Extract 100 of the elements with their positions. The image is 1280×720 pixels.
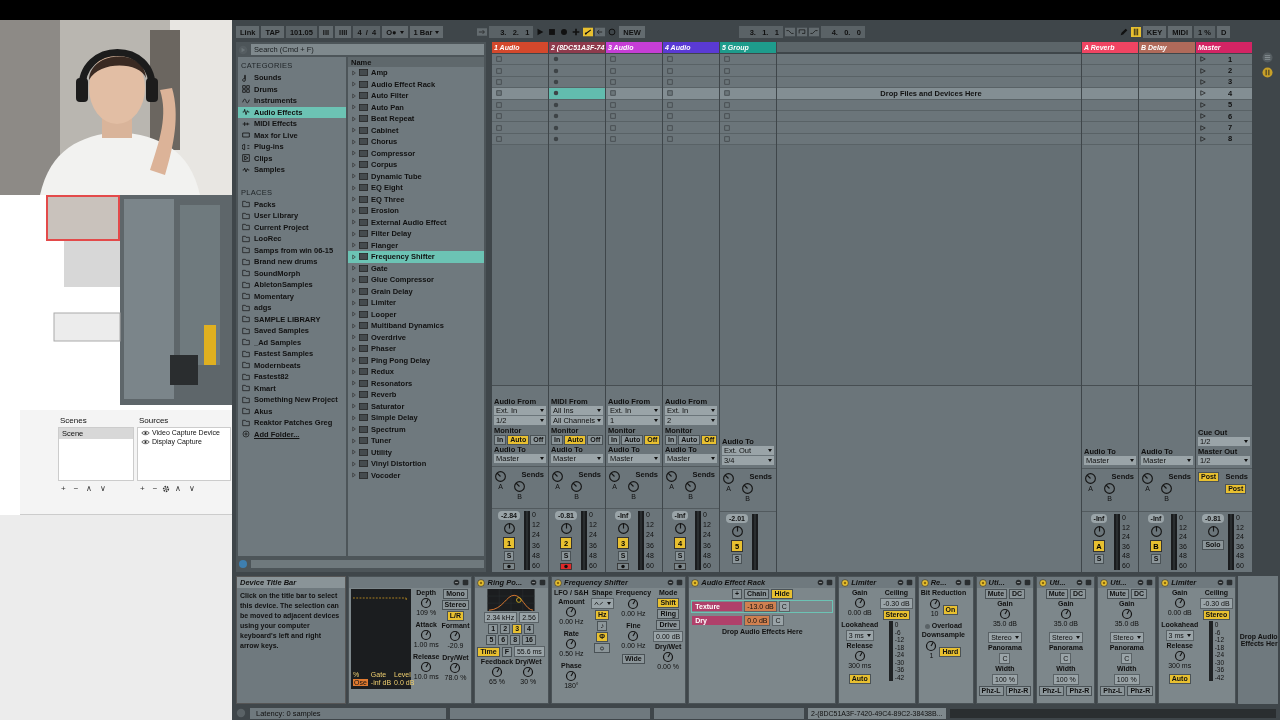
dock-button[interactable]: + [137,484,148,493]
save-icon[interactable] [462,579,470,586]
stop-button[interactable] [724,113,730,120]
clip-slot[interactable] [720,65,776,77]
knob[interactable] [565,638,578,650]
record-button[interactable] [553,135,559,142]
scene-launch-icon[interactable] [1200,135,1206,142]
stop-button[interactable] [496,56,502,63]
stop-button[interactable] [667,67,673,74]
send-knob[interactable] [684,479,697,493]
send-knob[interactable] [1160,482,1173,495]
stop-button[interactable] [610,135,616,142]
stop-button[interactable] [724,124,730,131]
clip-slot[interactable] [549,65,605,77]
save-icon[interactable] [1225,579,1233,586]
clip-slot[interactable] [663,54,719,66]
clip-slot[interactable] [663,122,719,134]
stop-button[interactable] [610,56,616,63]
clip-slot[interactable] [663,88,719,100]
dock-button[interactable]: ∨ [97,484,110,493]
send-knob[interactable] [1103,482,1116,495]
save-icon[interactable] [826,579,834,586]
clip-slot[interactable] [720,122,776,134]
knob[interactable] [420,629,433,641]
clip-slot[interactable] [549,122,605,134]
record-button[interactable] [553,101,559,108]
send-knob[interactable] [513,479,526,493]
clip-slot[interactable] [606,65,662,77]
stop-button[interactable] [667,135,673,142]
stop-button[interactable] [496,101,502,108]
save-icon[interactable] [1146,579,1154,586]
clip-slot[interactable] [492,65,548,77]
knob[interactable] [1059,608,1072,620]
record-button[interactable] [553,78,559,85]
dock-button[interactable]: ∧ [172,484,185,493]
scene-launch-icon[interactable] [1200,113,1206,120]
pan-knob[interactable] [730,525,744,538]
power-icon[interactable] [841,578,850,587]
hotswap-icon[interactable] [1216,579,1224,586]
pan-knob[interactable] [1092,525,1106,538]
record-button[interactable] [553,56,559,63]
menu-icon[interactable] [1261,52,1273,63]
clip-slot[interactable] [606,99,662,111]
send-knob[interactable] [665,469,678,483]
clip-slot[interactable] [1139,54,1195,66]
stop-button[interactable] [667,78,673,85]
hotswap-icon[interactable] [667,579,675,586]
clip-slot[interactable] [1139,122,1195,134]
knob[interactable] [853,650,866,662]
arm-button[interactable] [560,563,572,570]
knob[interactable] [449,630,462,642]
hotswap-icon[interactable] [530,579,538,586]
stop-button[interactable] [610,90,616,97]
clip-slot[interactable] [492,99,548,111]
clip-slot[interactable] [549,99,605,111]
stop-button[interactable] [496,135,502,142]
stop-button[interactable] [496,78,502,85]
knob[interactable] [420,661,433,673]
send-knob[interactable] [608,469,621,483]
stop-button[interactable] [724,90,730,97]
pan-knob[interactable] [673,522,687,535]
power-icon[interactable] [554,578,563,587]
power-icon[interactable] [1100,578,1109,587]
scene-launch-icon[interactable] [1200,78,1206,85]
scene-launch-icon[interactable] [1200,67,1206,74]
scene-launch-icon[interactable] [1200,90,1206,97]
knob[interactable] [998,608,1011,620]
stop-button[interactable] [724,67,730,74]
stop-button[interactable] [610,113,616,120]
pan-knob[interactable] [559,522,573,535]
clip-slot[interactable] [606,88,662,100]
knob[interactable] [565,670,578,682]
pause-icon[interactable] [1261,67,1273,78]
stop-button[interactable] [667,113,673,120]
overview-strip[interactable] [949,708,1276,718]
hotswap-icon[interactable] [954,579,962,586]
knob[interactable] [1120,608,1133,620]
scene-launch-icon[interactable] [1200,56,1206,63]
power-icon[interactable] [1039,578,1048,587]
stop-button[interactable] [496,67,502,74]
send-knob[interactable] [551,469,564,483]
stop-button[interactable] [667,124,673,131]
knob[interactable] [925,640,938,652]
send-knob[interactable] [570,479,583,493]
knob[interactable] [928,598,941,610]
clip-slot[interactable] [1082,65,1138,77]
power-icon[interactable] [1161,578,1170,587]
clip-slot[interactable] [492,88,548,100]
clip-slot[interactable] [663,99,719,111]
record-button[interactable] [553,113,559,120]
pan-knob[interactable] [502,522,516,535]
power-icon[interactable] [691,578,700,587]
clip-slot[interactable] [720,54,776,66]
save-icon[interactable] [963,579,971,586]
knob[interactable] [420,597,433,609]
clip-slot[interactable] [1082,99,1138,111]
stop-button[interactable] [610,78,616,85]
clip-slot[interactable] [549,88,605,100]
scene-launch-icon[interactable] [1200,124,1206,131]
settings-icon[interactable] [162,484,171,493]
